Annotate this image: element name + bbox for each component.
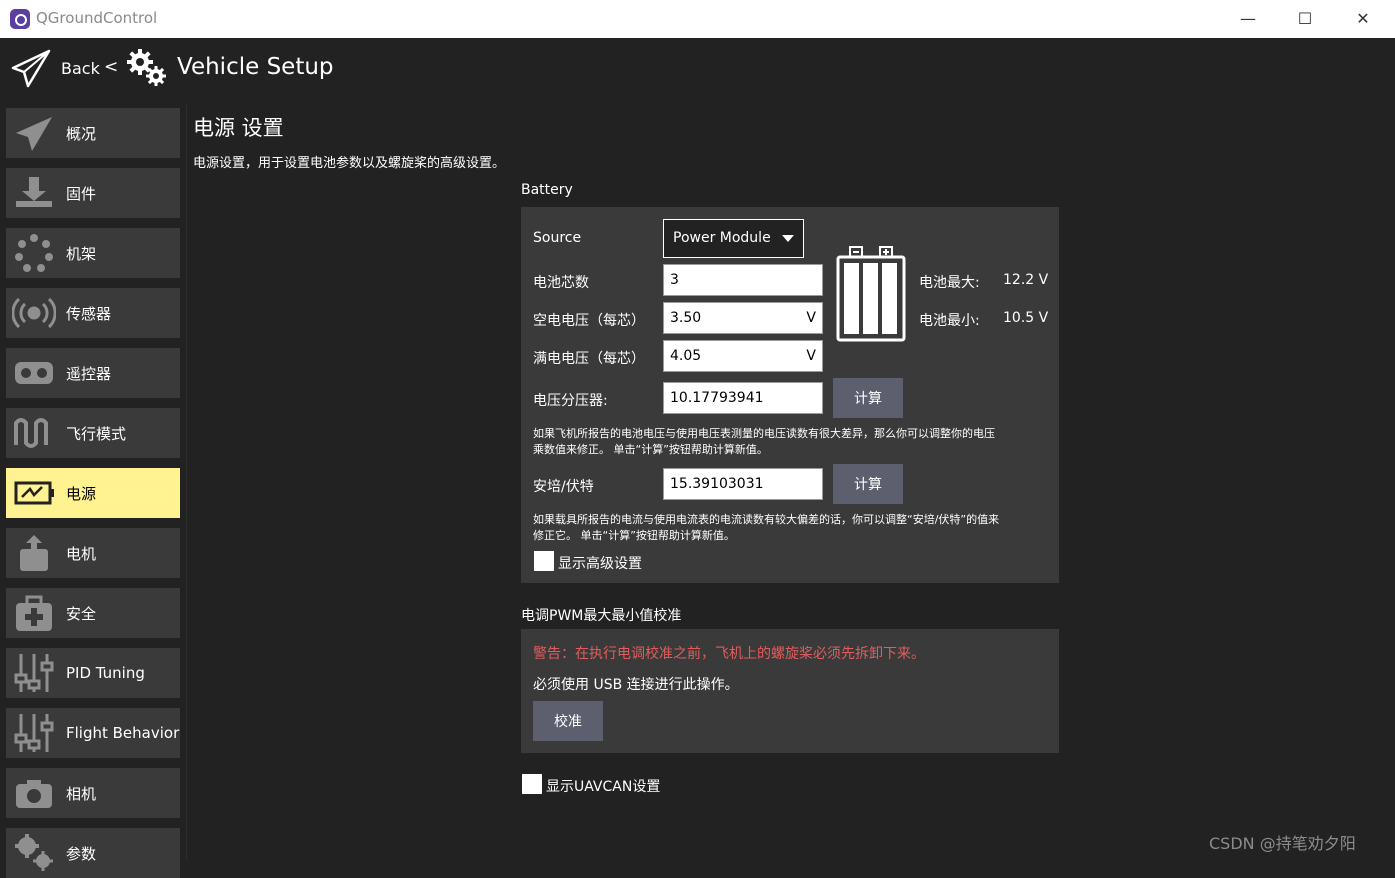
battery-min-label: 电池最小:: [919, 313, 980, 329]
sidebar-item-label: 相机: [66, 784, 97, 803]
uavcan-checkbox[interactable]: [522, 774, 542, 794]
back-plane-icon[interactable]: [10, 48, 52, 90]
sidebar-item-safety[interactable]: 安全: [6, 588, 180, 638]
window-title-bar: QGroundControl — ☐ ✕: [0, 0, 1395, 38]
voltage-divider-label: 电压分压器:: [533, 393, 608, 409]
full-voltage-unit: V: [806, 348, 816, 364]
sidebar-item-sensors[interactable]: 传感器: [6, 288, 180, 338]
voltage-help-line-2: 乘数值来修正。 单击“计算”按钮帮助计算新值。: [533, 443, 768, 456]
battery-section-label: Battery: [521, 182, 573, 198]
esc-warning: 警告：在执行电调校准之前，飞机上的螺旋桨必须先拆卸下来。: [533, 646, 925, 662]
sidebar-item-label: 固件: [66, 184, 97, 203]
cells-input[interactable]: 3: [663, 264, 823, 296]
empty-voltage-label: 空电电压（每芯）: [533, 313, 645, 329]
source-dropdown-value: Power Module: [673, 230, 771, 246]
sidebar-item-label: 飞行模式: [66, 424, 127, 443]
page-header-title: Vehicle Setup: [177, 54, 334, 80]
full-voltage-value: 4.05: [670, 348, 702, 364]
back-button[interactable]: Back: [61, 59, 100, 78]
close-button[interactable]: ✕: [1348, 6, 1378, 32]
sidebar-item-motors[interactable]: 电机: [6, 528, 180, 578]
source-dropdown[interactable]: Power Module: [663, 219, 804, 258]
sidebar-item-label: 电源: [66, 484, 97, 503]
radio-wave-icon: [12, 297, 56, 329]
content-divider: [186, 104, 187, 860]
breadcrumb-separator: <: [104, 57, 119, 77]
sidebar-item-label: 概况: [66, 124, 97, 143]
minimize-button[interactable]: —: [1233, 6, 1263, 32]
sidebar-item-label: Flight Behavior: [66, 724, 180, 742]
battery-icon: [14, 481, 54, 505]
sidebar-item-label: 传感器: [66, 304, 112, 323]
sidebar-item-firmware[interactable]: 固件: [6, 168, 180, 218]
uavcan-label: 显示UAVCAN设置: [546, 779, 661, 795]
motor-icon: [20, 535, 48, 571]
download-icon: [16, 177, 52, 207]
sidebar-item-label: 安全: [66, 604, 97, 623]
amps-per-volt-label: 安培/伏特: [533, 479, 594, 495]
cells-label: 电池芯数: [533, 275, 589, 291]
plane-icon: [16, 117, 52, 151]
empty-voltage-unit: V: [806, 310, 816, 326]
sidebar-item-summary[interactable]: 概况: [6, 108, 180, 158]
sidebar-item-frame[interactable]: 机架: [6, 228, 180, 278]
advanced-settings-label: 显示高级设置: [558, 556, 642, 572]
sidebar-item-radio[interactable]: 遥控器: [6, 348, 180, 398]
voltage-divider-input[interactable]: 10.17793941: [663, 382, 823, 414]
empty-voltage-value: 3.50: [670, 310, 702, 326]
frame-icon: [15, 234, 53, 272]
source-label: Source: [533, 230, 582, 246]
battery-cells-icon: [836, 246, 906, 342]
battery-min-value: 10.5 V: [1003, 310, 1049, 326]
sidebar-item-camera[interactable]: 相机: [6, 768, 180, 818]
amps-per-volt-input[interactable]: 15.39103031: [663, 468, 823, 500]
cells-input-value: 3: [670, 272, 679, 288]
sidebar-item-label: 机架: [66, 244, 97, 263]
sidebar-item-pid-tuning[interactable]: PID Tuning: [6, 648, 180, 698]
sidebar-item-power[interactable]: 电源: [6, 468, 180, 518]
empty-voltage-input[interactable]: 3.50 V: [663, 302, 823, 334]
sliders-icon: [14, 654, 54, 692]
esc-usb-note: 必须使用 USB 连接进行此操作。: [533, 677, 739, 693]
page-description: 电源设置，用于设置电池参数以及螺旋桨的高级设置。: [193, 156, 506, 171]
gears-icon: [127, 49, 166, 86]
waveform-icon: [14, 418, 48, 448]
amps-per-volt-value: 15.39103031: [670, 476, 764, 492]
full-voltage-label: 满电电压（每芯）: [533, 351, 645, 367]
esc-calibrate-button[interactable]: 校准: [533, 701, 603, 741]
watermark: CSDN @持笔劝夕阳: [1209, 834, 1356, 853]
voltage-help-line-1: 如果飞机所报告的电池电压与使用电压表测量的电压读数有很大差异，那么你可以调整你的…: [533, 427, 995, 440]
battery-max-label: 电池最大:: [919, 275, 980, 291]
sidebar-item-label: PID Tuning: [66, 664, 145, 682]
amps-help-line-1: 如果载具所报告的电流与使用电流表的电流读数有较大偏差的话，你可以调整“安培/伏特…: [533, 513, 1000, 526]
sidebar-item-flight-modes[interactable]: 飞行模式: [6, 408, 180, 458]
gears-icon: [15, 834, 53, 871]
remote-control-icon: [15, 362, 53, 384]
esc-section-label: 电调PWM最大最小值校准: [521, 608, 682, 624]
voltage-divider-value: 10.17793941: [670, 390, 764, 406]
sidebar-item-label: 电机: [66, 544, 97, 563]
battery-max-value: 12.2 V: [1003, 272, 1049, 288]
medkit-icon: [16, 595, 52, 631]
sidebar-item-parameters[interactable]: 参数: [6, 828, 180, 878]
amps-help-line-2: 修正它。 单击“计算”按钮帮助计算新值。: [533, 529, 735, 542]
sliders-icon: [14, 714, 54, 752]
window-title: QGroundControl: [36, 9, 158, 27]
app-logo-icon: [10, 9, 30, 29]
amps-calculate-button[interactable]: 计算: [833, 464, 903, 504]
sidebar-item-label: 遥控器: [66, 364, 112, 383]
maximize-button[interactable]: ☐: [1290, 6, 1320, 32]
chevron-down-icon: [782, 235, 794, 242]
sidebar-item-flight-behavior[interactable]: Flight Behavior: [6, 708, 180, 758]
sidebar-item-label: 参数: [66, 844, 97, 863]
voltage-calculate-button[interactable]: 计算: [833, 378, 903, 418]
full-voltage-input[interactable]: 4.05 V: [663, 340, 823, 372]
camera-icon: [16, 780, 52, 808]
advanced-settings-checkbox[interactable]: [534, 551, 554, 571]
page-title: 电源 设置: [193, 116, 284, 140]
